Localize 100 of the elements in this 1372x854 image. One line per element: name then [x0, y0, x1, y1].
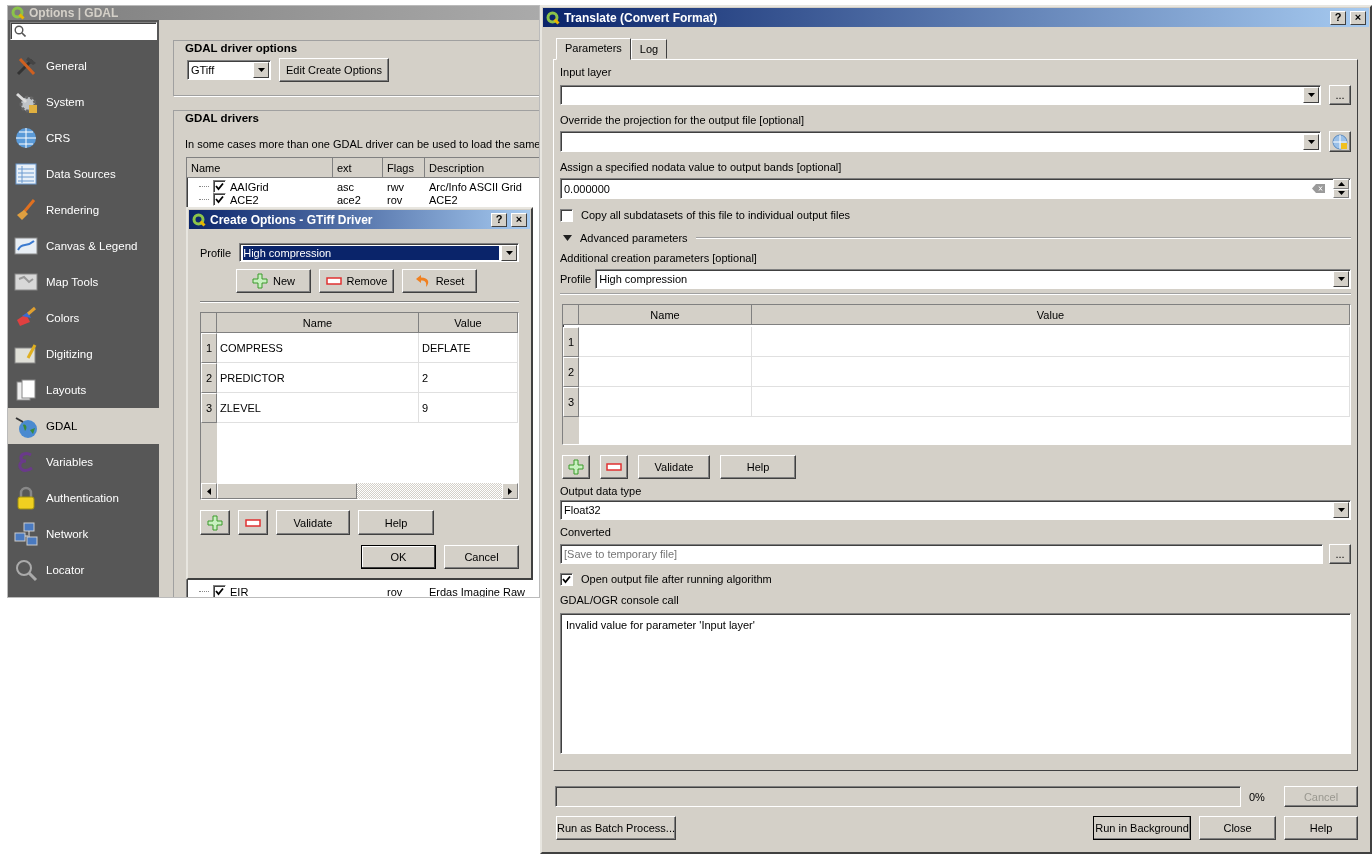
column-header[interactable]: Description: [425, 158, 539, 178]
driver-dropdown[interactable]: GTiff: [187, 60, 271, 80]
horizontal-scrollbar[interactable]: [201, 483, 518, 499]
sidebar-item[interactable]: Authentication: [8, 480, 159, 516]
add-row-button[interactable]: [200, 510, 230, 535]
map-icon: [14, 234, 38, 258]
sidebar-item[interactable]: Rendering: [8, 192, 159, 228]
clear-icon: [1312, 184, 1325, 193]
close-button[interactable]: ×: [1350, 10, 1366, 25]
field-label: Profile: [200, 245, 232, 260]
profile-dropdown[interactable]: High compression: [239, 243, 519, 262]
column-header[interactable]: Name: [187, 158, 333, 178]
minus-icon: [245, 518, 261, 527]
remove-button[interactable]: Remove: [319, 269, 394, 293]
row-number: 3: [563, 387, 579, 417]
table-cell-text: Erdas Imagine Raw: [428, 584, 526, 597]
checkbox[interactable]: [213, 585, 226, 597]
reset-button[interactable]: Reset: [402, 269, 477, 293]
browse-button[interactable]: ...: [1329, 85, 1351, 105]
column-header[interactable]: Name: [579, 305, 752, 325]
globe-icon: [14, 126, 38, 150]
edit-create-options-button[interactable]: Edit Create Options: [279, 58, 389, 82]
table-cell: AAIGrid: [230, 179, 269, 194]
tab[interactable]: Parameters: [556, 38, 631, 60]
tab[interactable]: Log: [630, 39, 668, 59]
caret-icon: [1337, 508, 1345, 512]
add-row-button[interactable]: [562, 455, 590, 479]
sidebar-item[interactable]: Map Tools: [8, 264, 159, 300]
validate-button[interactable]: Validate: [276, 510, 350, 535]
caret-icon: [1307, 93, 1315, 97]
sidebar-item[interactable]: Digitizing: [8, 336, 159, 372]
sidebar-item[interactable]: CRS: [8, 120, 159, 156]
output-type-dropdown[interactable]: Float32: [560, 500, 1351, 520]
profile-dropdown[interactable]: High compression: [595, 269, 1351, 289]
sidebar-item[interactable]: System: [8, 84, 159, 120]
field-label: Override the projection for the output file [optional]: [560, 113, 805, 127]
window-title: Translate (Convert Format): [564, 10, 719, 25]
field-label: Input layer: [560, 65, 613, 79]
remove-row-button[interactable]: [600, 455, 628, 479]
cancel-button[interactable]: Cancel: [444, 545, 519, 569]
sidebar-item[interactable]: Colors: [8, 300, 159, 336]
tools-icon: [14, 54, 38, 78]
section-toggle[interactable]: Advanced parameters: [560, 231, 688, 245]
validate-button[interactable]: Validate: [638, 455, 710, 479]
app-logo: [11, 6, 25, 20]
sidebar-item[interactable]: Data Sources: [8, 156, 159, 192]
console-text-area[interactable]: Invalid value for parameter 'Input layer': [560, 613, 1351, 754]
column-header[interactable]: Value: [419, 313, 518, 333]
plus-icon: [568, 459, 584, 475]
close-button[interactable]: Close: [1199, 816, 1276, 840]
sidebar-item[interactable]: Canvas & Legend: [8, 228, 159, 264]
help-button[interactable]: Help: [720, 455, 796, 479]
sidebar-item[interactable]: Locator: [8, 552, 159, 588]
field-label: Profile: [560, 272, 592, 286]
checkbox[interactable]: [560, 208, 573, 222]
globe-icon: [14, 414, 38, 438]
spin-buttons[interactable]: [1333, 179, 1349, 198]
page-icon: [14, 378, 38, 402]
group-title: GDAL drivers: [182, 111, 262, 125]
column-header[interactable]: Flags: [383, 158, 425, 178]
projection-dropdown[interactable]: [560, 131, 1321, 152]
input-layer-dropdown[interactable]: [560, 85, 1321, 105]
help-button[interactable]: ?: [491, 212, 507, 227]
projection-button[interactable]: [1329, 131, 1351, 152]
nodata-field[interactable]: 0.000000: [560, 178, 1351, 199]
checkbox[interactable]: [213, 180, 226, 193]
browse-button[interactable]: ...: [1329, 544, 1351, 564]
column-header[interactable]: ext: [333, 158, 383, 178]
output-file-field[interactable]: [Save to temporary file]: [560, 544, 1323, 564]
ok-button[interactable]: OK: [361, 545, 436, 569]
progress-percent: 0%: [1248, 789, 1266, 804]
help-button[interactable]: Help: [1284, 816, 1358, 840]
sidebar-item[interactable]: GDAL: [8, 408, 159, 444]
close-button[interactable]: ×: [511, 212, 527, 227]
sidebar-item[interactable]: Network: [8, 516, 159, 552]
caret-icon: [1337, 277, 1345, 281]
help-button[interactable]: ?: [1330, 10, 1346, 25]
sidebar-item[interactable]: General: [8, 48, 159, 84]
batch-process-button[interactable]: Run as Batch Process...: [556, 816, 676, 840]
search-field[interactable]: [10, 22, 157, 40]
table-cell-text: ACE2: [428, 192, 459, 207]
new-button[interactable]: New: [236, 269, 311, 293]
column-header[interactable]: Name: [217, 313, 419, 333]
network-icon: [14, 522, 38, 546]
left-arrow-icon: [207, 487, 211, 495]
padlock-icon: [14, 486, 38, 510]
checkbox[interactable]: [560, 572, 573, 586]
remove-row-button[interactable]: [238, 510, 268, 535]
checkbox[interactable]: [213, 193, 226, 206]
caret-icon: [505, 250, 513, 255]
run-button[interactable]: Run in Background: [1093, 816, 1191, 840]
field-label: Assign a specified nodata value to output bands [optional]: [560, 160, 843, 174]
caret-icon: [257, 68, 265, 72]
map-icon: [14, 270, 38, 294]
undo-icon: [414, 274, 431, 288]
help-button[interactable]: Help: [358, 510, 434, 535]
column-header[interactable]: Value: [752, 305, 1350, 325]
sidebar-item[interactable]: Variables: [8, 444, 159, 480]
sidebar-item[interactable]: Layouts: [8, 372, 159, 408]
row-header-column: [563, 417, 579, 444]
